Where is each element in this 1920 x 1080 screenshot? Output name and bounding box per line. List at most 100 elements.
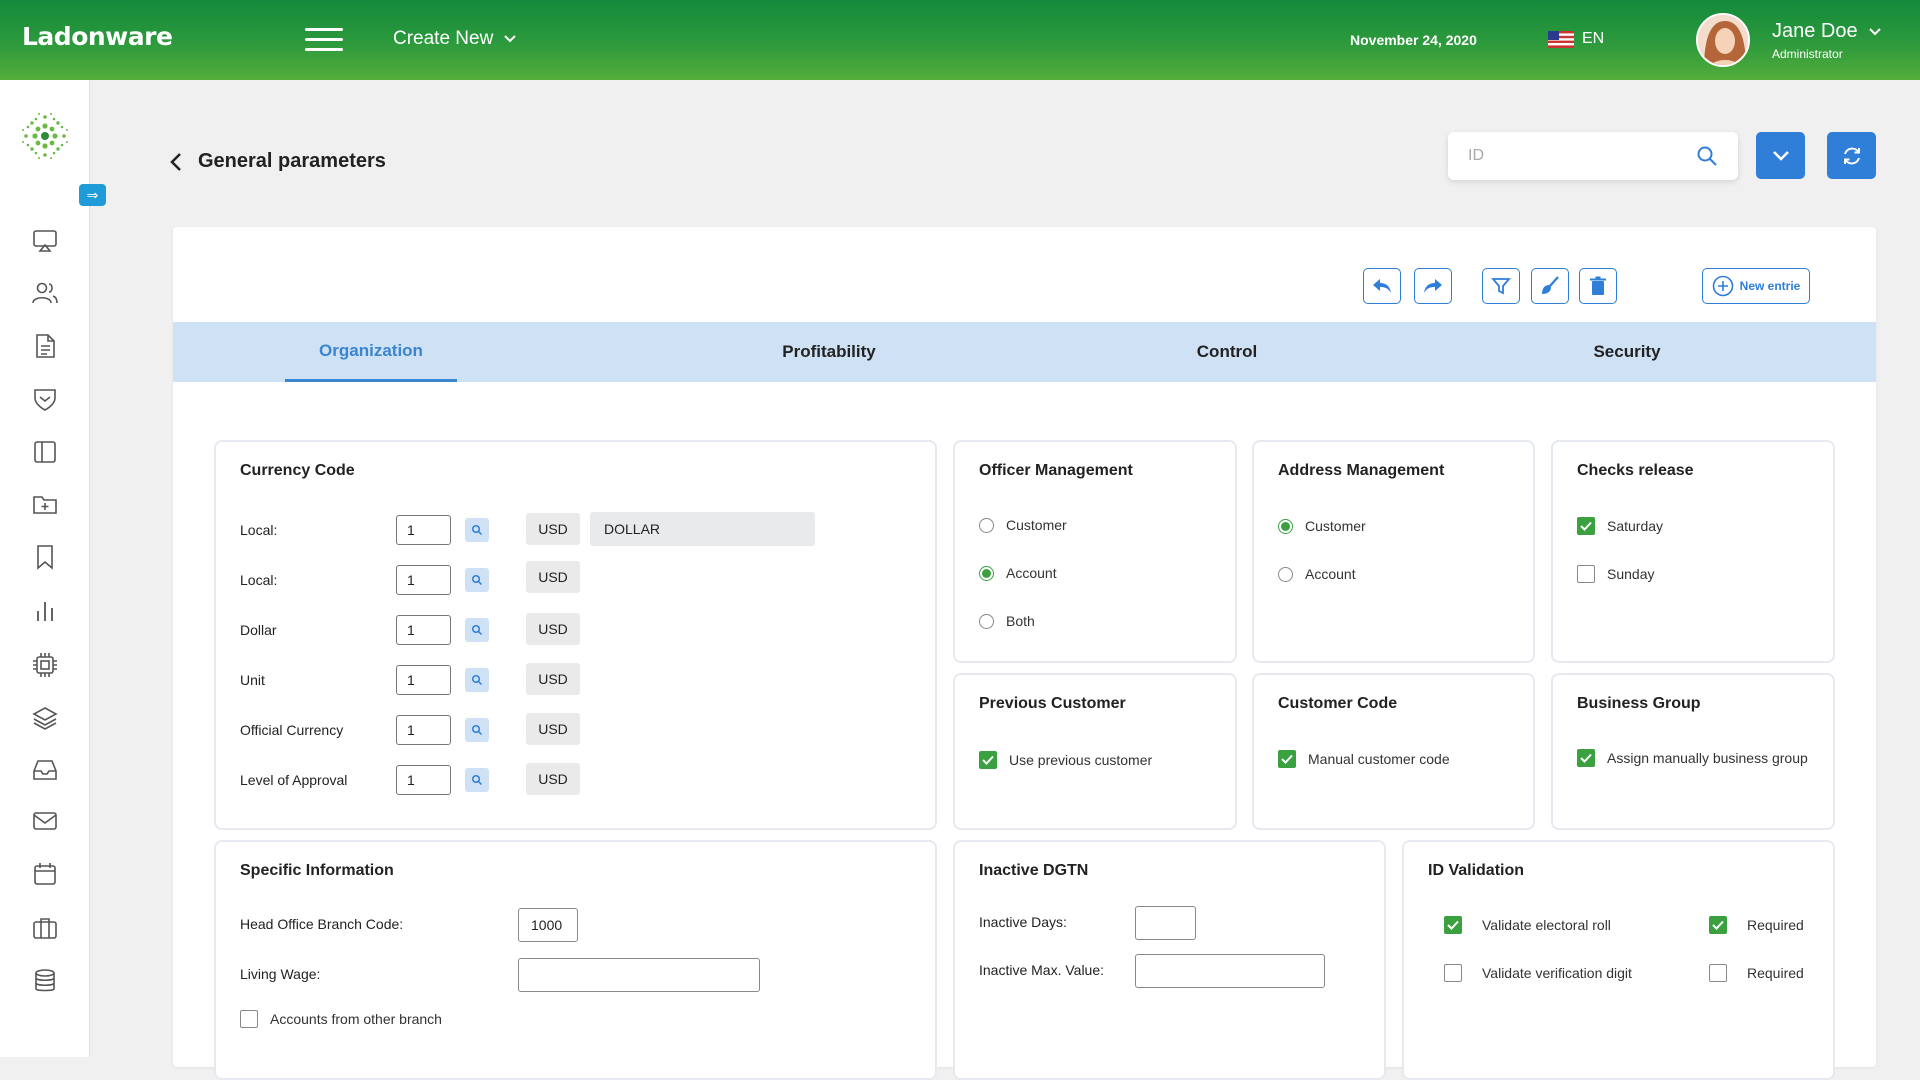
create-new-label: Create New xyxy=(393,28,494,49)
user-menu[interactable]: Jane Doe xyxy=(1772,20,1882,43)
tab-organization[interactable]: Organization xyxy=(285,322,457,382)
ladonware-logo[interactable]: Ladonware xyxy=(22,22,173,51)
back-arrow-icon[interactable] xyxy=(168,151,184,173)
shield-icon[interactable] xyxy=(30,384,60,414)
radio-button[interactable] xyxy=(1278,518,1293,534)
search-icon xyxy=(471,724,483,736)
checkbox[interactable] xyxy=(1444,964,1462,982)
delete-button[interactable] xyxy=(1579,268,1617,304)
checkbox[interactable] xyxy=(1577,749,1595,767)
inactive-days-label: Inactive Days: xyxy=(979,914,1067,930)
cpu-icon[interactable] xyxy=(30,650,60,680)
assign-business-group-option[interactable]: Assign manually business group xyxy=(1577,749,1808,767)
currency-row-label: Local: xyxy=(240,572,278,588)
radio-button[interactable] xyxy=(1278,566,1293,582)
new-entry-button[interactable]: New entrie xyxy=(1702,268,1810,304)
language-selector[interactable]: EN xyxy=(1548,30,1604,48)
tab-bar: Organization Profitability Control Secur… xyxy=(173,322,1876,382)
currency-lookup-button[interactable] xyxy=(465,568,489,592)
currency-code-panel: Currency Code Local: USD DOLLAR Local: U… xyxy=(214,440,937,830)
panel-title: Specific Information xyxy=(240,862,394,879)
tab-control[interactable]: Control xyxy=(1127,322,1327,382)
panel-title: Address Management xyxy=(1278,462,1445,479)
undo-button[interactable] xyxy=(1363,268,1401,304)
currency-value-input[interactable] xyxy=(396,715,451,745)
page-title: General parameters xyxy=(198,150,386,172)
verification-digit-required-option[interactable]: Required xyxy=(1709,964,1804,982)
id-search-input[interactable] xyxy=(1468,147,1696,165)
redo-button[interactable] xyxy=(1414,268,1452,304)
user-avatar[interactable] xyxy=(1696,13,1750,67)
radio-button[interactable] xyxy=(979,517,994,533)
folder-plus-icon[interactable] xyxy=(30,489,60,519)
tab-profitability[interactable]: Profitability xyxy=(729,322,929,382)
search-icon xyxy=(471,624,483,636)
document-icon[interactable] xyxy=(30,331,60,361)
manual-customer-code-option[interactable]: Manual customer code xyxy=(1278,750,1450,768)
address-option-account[interactable]: Account xyxy=(1278,566,1356,582)
currency-lookup-button[interactable] xyxy=(465,718,489,742)
head-office-input[interactable] xyxy=(518,908,578,942)
option-label: Both xyxy=(1006,613,1035,629)
electoral-roll-required-option[interactable]: Required xyxy=(1709,916,1804,934)
address-option-customer[interactable]: Customer xyxy=(1278,518,1366,534)
calendar-icon[interactable] xyxy=(30,859,60,889)
officer-option-account[interactable]: Account xyxy=(979,565,1057,581)
currency-lookup-button[interactable] xyxy=(465,668,489,692)
currency-value-input[interactable] xyxy=(396,615,451,645)
validate-verification-digit-option[interactable]: Validate verification digit xyxy=(1444,964,1632,982)
checkbox[interactable] xyxy=(240,1010,258,1028)
checkbox[interactable] xyxy=(979,751,997,769)
sidebar-collapse-icon[interactable]: ⇒ xyxy=(79,184,106,206)
use-previous-customer-option[interactable]: Use previous customer xyxy=(979,751,1152,769)
tab-security[interactable]: Security xyxy=(1527,322,1727,382)
option-label: Assign manually business group xyxy=(1607,750,1808,766)
trash-icon xyxy=(1590,276,1606,295)
inactive-days-input[interactable] xyxy=(1135,906,1196,940)
living-wage-input[interactable] xyxy=(518,958,760,992)
presentation-icon[interactable] xyxy=(30,225,60,255)
id-validation-panel: ID Validation Validate electoral roll Re… xyxy=(1402,840,1835,1080)
validate-electoral-roll-option[interactable]: Validate electoral roll xyxy=(1444,916,1611,934)
create-new-dropdown[interactable]: Create New xyxy=(393,28,517,50)
bookmark-icon[interactable] xyxy=(30,542,60,572)
language-label: EN xyxy=(1582,30,1605,47)
layers-icon[interactable] xyxy=(30,703,60,733)
expand-button[interactable] xyxy=(1756,132,1805,179)
currency-lookup-button[interactable] xyxy=(465,518,489,542)
radio-button[interactable] xyxy=(979,613,994,629)
currency-lookup-button[interactable] xyxy=(465,618,489,642)
radio-button[interactable] xyxy=(979,565,994,581)
columns-icon[interactable] xyxy=(30,437,60,467)
checkbox[interactable] xyxy=(1577,517,1595,535)
menu-toggle-icon[interactable] xyxy=(305,28,343,52)
briefcase-icon[interactable] xyxy=(30,913,60,943)
filter-button[interactable] xyxy=(1482,268,1520,304)
check-icon xyxy=(1281,754,1293,764)
checkbox[interactable] xyxy=(1444,916,1462,934)
search-icon[interactable] xyxy=(1696,145,1718,167)
database-icon[interactable] xyxy=(30,966,60,996)
clear-button[interactable] xyxy=(1531,268,1569,304)
refresh-button[interactable] xyxy=(1827,132,1876,179)
currency-lookup-button[interactable] xyxy=(465,768,489,792)
inbox-icon[interactable] xyxy=(30,755,60,785)
option-label: Account xyxy=(1006,565,1057,581)
currency-value-input[interactable] xyxy=(396,515,451,545)
checkbox[interactable] xyxy=(1709,916,1727,934)
users-icon[interactable] xyxy=(30,278,60,308)
checks-option-sunday[interactable]: Sunday xyxy=(1577,565,1654,583)
currency-value-input[interactable] xyxy=(396,565,451,595)
checks-option-saturday[interactable]: Saturday xyxy=(1577,517,1663,535)
officer-option-customer[interactable]: Customer xyxy=(979,517,1067,533)
inactive-max-input[interactable] xyxy=(1135,954,1325,988)
currency-value-input[interactable] xyxy=(396,765,451,795)
bar-chart-icon[interactable] xyxy=(30,596,60,626)
accounts-other-branch-option[interactable]: Accounts from other branch xyxy=(240,1010,442,1028)
checkbox[interactable] xyxy=(1577,565,1595,583)
mail-icon[interactable] xyxy=(30,806,60,836)
currency-value-input[interactable] xyxy=(396,665,451,695)
officer-option-both[interactable]: Both xyxy=(979,613,1035,629)
checkbox[interactable] xyxy=(1278,750,1296,768)
checkbox[interactable] xyxy=(1709,964,1727,982)
